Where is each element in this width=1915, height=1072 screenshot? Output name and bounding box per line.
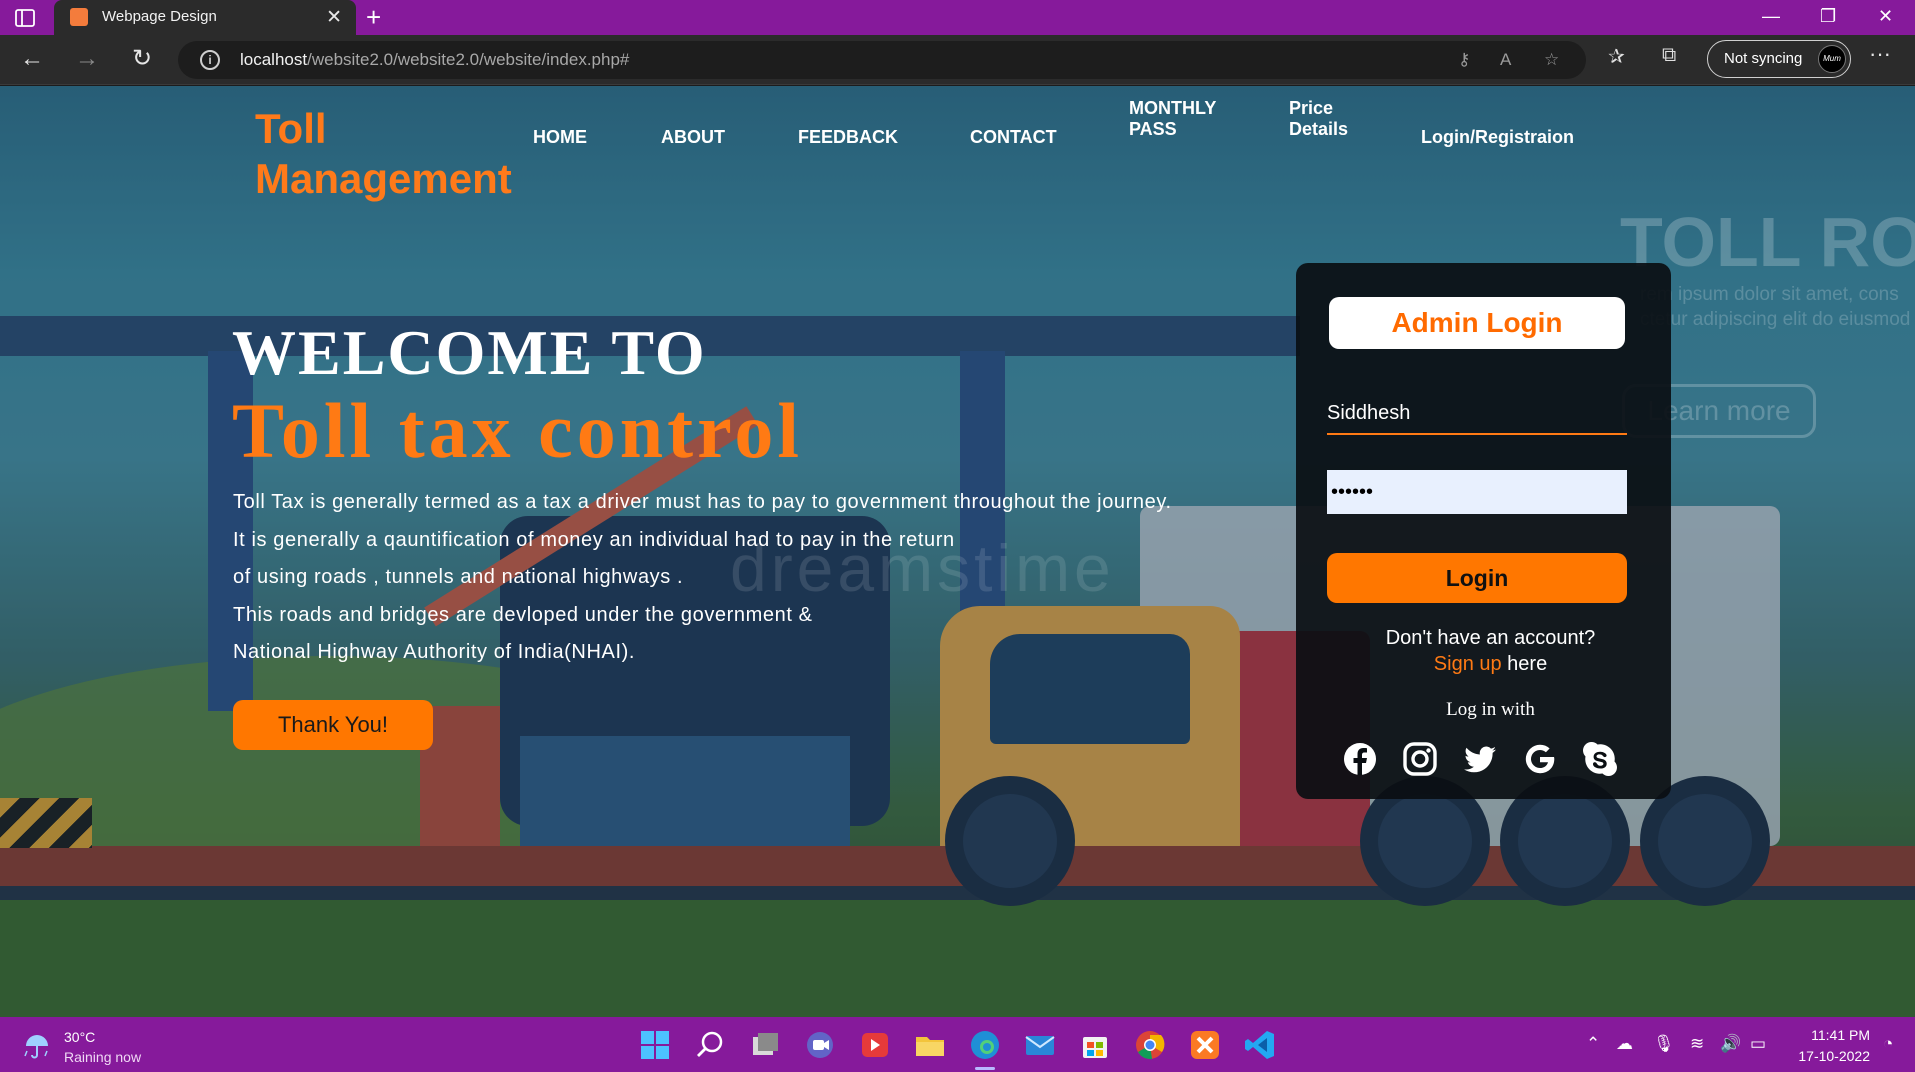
new-tab-icon[interactable]: + <box>366 2 381 33</box>
google-icon[interactable] <box>1522 741 1558 777</box>
xampp-favicon-icon <box>70 8 88 26</box>
log-in-with-label: Log in with <box>1446 699 1535 720</box>
nav-contact[interactable]: CONTACT <box>970 127 1057 148</box>
admin-login-card: Admin Login Login Don't have an account?… <box>1296 263 1671 799</box>
nav-price-details[interactable]: Price Details <box>1289 98 1348 140</box>
nav-login-registration[interactable]: Login/Registraion <box>1421 127 1574 148</box>
battery-icon[interactable]: ▭ <box>1750 1034 1766 1054</box>
read-aloud-icon[interactable]: A <box>1500 50 1511 70</box>
back-icon[interactable]: ← <box>18 45 46 73</box>
close-tab-icon[interactable]: ✕ <box>326 6 342 29</box>
twitter-icon[interactable] <box>1462 741 1498 777</box>
account-question: Don't have an account? <box>1385 627 1596 649</box>
windows-taskbar: 30°C Raining now ⌃ ☁ 🎙 ≋ 🔊 ▭ 11:41 PM 17… <box>0 1017 1915 1072</box>
start-menu-icon[interactable] <box>638 1028 672 1062</box>
sync-label: Not syncing <box>1724 50 1803 67</box>
nav-feedback[interactable]: FEEDBACK <box>798 127 898 148</box>
url-text[interactable]: localhost/website2.0/website2.0/website/… <box>240 50 629 70</box>
favorites-icon[interactable]: ✰ <box>1608 44 1625 69</box>
weather-status: Raining now <box>64 1049 142 1065</box>
microphone-icon[interactable]: 🎙 <box>1653 1034 1675 1054</box>
signup-link[interactable]: Sign up <box>1434 653 1502 675</box>
login-button[interactable]: Login <box>1327 553 1627 603</box>
password-field[interactable] <box>1327 470 1627 514</box>
minimize-icon[interactable]: — <box>1762 6 1780 27</box>
nav-about[interactable]: ABOUT <box>661 127 725 148</box>
browser-tab-bar: Webpage Design ✕ + — ❐ ✕ <box>0 0 1915 35</box>
active-app-indicator <box>975 1067 995 1070</box>
browser-tab[interactable]: Webpage Design ✕ <box>54 0 356 35</box>
task-view-icon[interactable] <box>748 1028 782 1062</box>
instagram-icon[interactable] <box>1402 741 1438 777</box>
address-bar[interactable]: i localhost/website2.0/website2.0/websit… <box>178 41 1586 79</box>
add-favorite-icon[interactable]: ☆ <box>1544 50 1559 70</box>
more-menu-icon[interactable]: ··· <box>1869 41 1891 67</box>
restore-icon[interactable]: ❐ <box>1820 6 1836 27</box>
volume-icon[interactable]: 🔊 <box>1720 1034 1741 1054</box>
nav-monthly-pass[interactable]: MONTHLY PASS <box>1129 98 1216 140</box>
facebook-icon[interactable] <box>1342 741 1378 777</box>
skype-icon[interactable] <box>1582 741 1618 777</box>
wifi-icon[interactable]: ≋ <box>1690 1034 1704 1054</box>
webpage: TOLL RO rem ipsum dolor sit amet, cons c… <box>0 86 1915 1017</box>
bg-ghost-text: rem ipsum dolor sit amet, cons ctetur ad… <box>1640 284 1915 330</box>
clock-time[interactable]: 11:41 PM <box>1790 1027 1870 1043</box>
hero-headline: Toll tax control <box>232 387 804 474</box>
nav-home[interactable]: HOME <box>533 127 587 148</box>
clock-date[interactable]: 17-10-2022 <box>1790 1048 1870 1064</box>
weather-temperature: 30°C <box>64 1029 96 1045</box>
tab-title: Webpage Design <box>102 8 217 25</box>
collections-icon[interactable]: ⧉ <box>1662 44 1676 67</box>
thank-you-button[interactable]: Thank You! <box>233 700 433 750</box>
profile-sync-button[interactable]: Not syncing Mum <box>1707 40 1851 78</box>
teams-chat-icon[interactable] <box>803 1028 837 1062</box>
tab-actions-icon[interactable] <box>14 7 36 29</box>
file-explorer-icon[interactable] <box>913 1028 947 1062</box>
username-field[interactable] <box>1327 393 1627 435</box>
microsoft-store-icon[interactable] <box>1078 1028 1112 1062</box>
search-icon[interactable] <box>693 1028 727 1062</box>
hero-description: Toll Tax is generally termed as a tax a … <box>233 491 1172 663</box>
edge-browser-icon[interactable] <box>968 1028 1002 1062</box>
avatar: Mum <box>1818 45 1846 73</box>
site-info-icon[interactable]: i <box>200 50 220 70</box>
admin-login-title: Admin Login <box>1329 297 1625 349</box>
chrome-icon[interactable] <box>1133 1028 1167 1062</box>
site-logo[interactable]: Toll Management <box>255 104 512 204</box>
hero-welcome: WELCOME TO <box>232 317 707 388</box>
notifications-icon[interactable]: ◔ <box>1883 1034 1893 1054</box>
refresh-icon[interactable]: ↻ <box>128 45 156 73</box>
vscode-icon[interactable] <box>1243 1028 1277 1062</box>
video-editor-icon[interactable] <box>858 1028 892 1062</box>
show-hidden-icons-icon[interactable]: ⌃ <box>1586 1034 1600 1054</box>
onedrive-cloud-icon[interactable]: ☁ <box>1616 1034 1633 1054</box>
mail-icon[interactable] <box>1023 1028 1057 1062</box>
key-icon[interactable]: ⚷ <box>1458 50 1470 70</box>
close-window-icon[interactable]: ✕ <box>1878 6 1893 27</box>
xampp-icon[interactable] <box>1188 1028 1222 1062</box>
browser-toolbar: ← → ↻ i localhost/website2.0/website2.0/… <box>0 35 1915 85</box>
signup-line: Sign up here <box>1433 653 1548 675</box>
rain-weather-icon[interactable] <box>22 1030 52 1060</box>
forward-icon[interactable]: → <box>73 45 101 73</box>
